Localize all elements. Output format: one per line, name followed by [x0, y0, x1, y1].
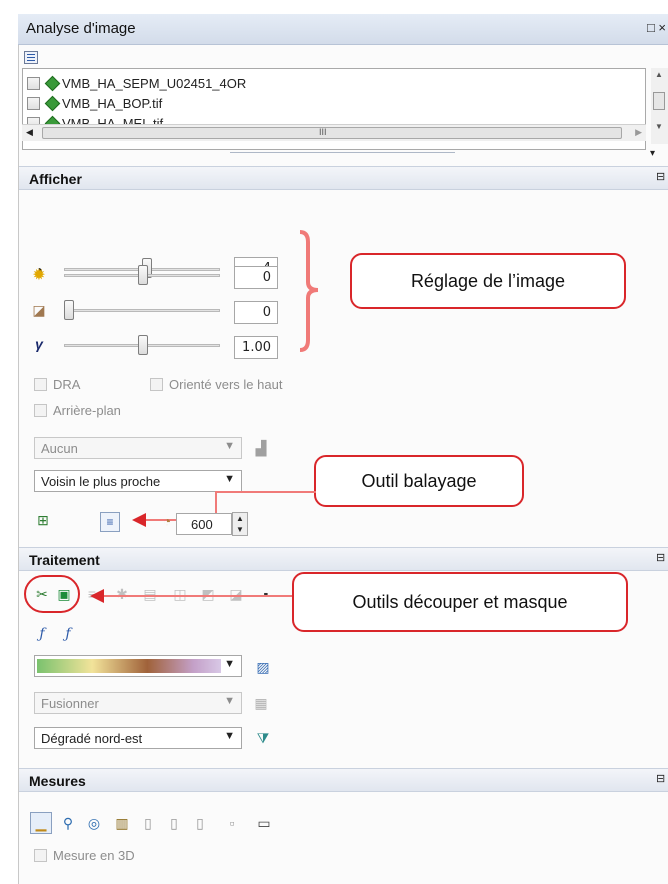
orient-checkbox-row[interactable]: Orienté vers le haut	[150, 377, 282, 392]
resampling-value: Voisin le plus proche	[41, 474, 161, 489]
hillshade-value: Dégradé nord-est	[41, 731, 143, 746]
measure-tool-icon[interactable]: ▫	[222, 813, 242, 833]
measure-height-icon[interactable]: ⚲	[58, 813, 78, 833]
hscroll-thumb[interactable]: III	[42, 127, 622, 139]
scroll-down-icon[interactable]: ▼	[655, 122, 663, 131]
section-traitement[interactable]: Traitement	[19, 547, 668, 571]
colormap-icon[interactable]: ▨	[254, 658, 272, 676]
scroll-thumb[interactable]	[653, 92, 665, 110]
measure3d-checkbox-row[interactable]: Mesure en 3D	[34, 848, 135, 863]
mask-icon[interactable]: ▣	[54, 584, 74, 604]
orient-checkbox[interactable]	[150, 378, 163, 391]
chevron-down-icon: ▼	[224, 658, 235, 670]
section-collapse-icon[interactable]: ⊟	[656, 551, 665, 564]
hillshade-icon[interactable]: ⧩	[254, 729, 272, 747]
scroll-right-icon[interactable]: ▶	[635, 127, 642, 138]
chevron-down-icon: ▼	[224, 730, 235, 742]
background-checkbox-row[interactable]: Arrière-plan	[34, 403, 121, 418]
stretch-select[interactable]: Aucun ▼	[34, 437, 242, 459]
hillshade-select[interactable]: Dégradé nord-est ▼	[34, 727, 242, 749]
measure-tool-icon[interactable]: ▯	[164, 813, 184, 833]
zoom-to-layer-icon[interactable]: ⊞	[34, 511, 52, 529]
hscroll-grip: III	[319, 127, 327, 137]
fusion-select[interactable]: Fusionner ▼	[34, 692, 242, 714]
swipe-speed-input[interactable]: 600	[176, 513, 232, 535]
window-title: Analyse d'image	[26, 20, 136, 37]
bracket	[299, 230, 319, 352]
callout-balayage: Outil balayage	[314, 455, 524, 507]
stretch-value: Aucun	[41, 441, 78, 456]
transparency-value[interactable]: 0	[234, 301, 278, 324]
dra-checkbox[interactable]	[34, 378, 47, 391]
layer-name: VMB_HA_BOP.tif	[62, 95, 163, 111]
dra-checkbox-row[interactable]: DRA	[34, 377, 80, 392]
section-mesures[interactable]: Mesures	[19, 768, 668, 792]
brightness-value[interactable]: 0	[234, 266, 278, 289]
layer-checkbox[interactable]	[27, 96, 40, 110]
histogram-icon[interactable]: ▟	[252, 439, 270, 457]
measure-tool-icon[interactable]: ▯	[190, 813, 210, 833]
list-options-icon[interactable]	[24, 51, 38, 64]
section-afficher[interactable]: Afficher	[19, 166, 668, 190]
colormap-select[interactable]: ▼	[34, 655, 242, 677]
list-item[interactable]: VMB_HA_SEPM_U02451_4OR	[27, 73, 246, 93]
function-icon[interactable]: ƒ	[32, 624, 52, 644]
raster-layer-icon	[46, 77, 58, 89]
chevron-down-icon: ▼	[224, 473, 235, 485]
horizontal-scrollbar[interactable]: ◀ III ▶	[22, 124, 646, 141]
window-titlebar: Analyse d'image □ ×	[18, 14, 668, 45]
section-collapse-icon[interactable]: ⊟	[656, 170, 665, 183]
brightness-icon: ✹	[32, 267, 46, 284]
swipe-tool-icon[interactable]: ≡	[100, 512, 120, 532]
list-item[interactable]: VMB_HA_BOP.tif	[27, 93, 162, 113]
scroll-up-icon[interactable]: ▲	[655, 70, 663, 79]
measure3d-label: Mesure en 3D	[53, 848, 135, 863]
fusion-value: Fusionner	[41, 696, 99, 711]
gamma-value[interactable]: 1.00	[234, 336, 278, 359]
speed-stepper[interactable]: ▲ ▼	[232, 512, 248, 536]
dra-label: DRA	[53, 377, 81, 392]
callout-decouper: Outils découper et masque	[292, 572, 628, 632]
fusion-icon: ▦	[254, 694, 268, 711]
transparency-icon: ◪	[32, 301, 46, 318]
background-label: Arrière-plan	[53, 403, 121, 418]
brightness-thumb[interactable]	[138, 265, 148, 285]
vertical-scrollbar[interactable]: ▲ ▼	[651, 68, 668, 144]
chevron-down-icon: ▼	[224, 440, 235, 452]
function-editor-icon[interactable]: ƒ	[58, 624, 78, 644]
raster-layer-icon	[46, 97, 58, 109]
transparency-slider[interactable]	[64, 309, 220, 312]
ruler-icon: ▁	[35, 814, 47, 831]
section-collapse-icon[interactable]: ⊟	[656, 772, 665, 785]
timer-icon: ◔	[162, 513, 172, 529]
measure3d-checkbox[interactable]	[34, 849, 47, 862]
chevron-down-icon: ▼	[224, 695, 235, 707]
callout-reglage: Réglage de l’image	[350, 253, 626, 309]
window-controls[interactable]: □ ×	[647, 20, 666, 35]
measure-area-icon[interactable]: ▥	[112, 813, 132, 833]
slider-row-contrast	[0, 258, 1, 259]
clip-icon[interactable]: ✂	[32, 584, 52, 604]
layer-checkbox[interactable]	[27, 76, 40, 90]
orient-label: Orienté vers le haut	[169, 377, 283, 392]
background-checkbox[interactable]	[34, 404, 47, 417]
arrow-decouper	[90, 589, 294, 603]
measure-settings-icon[interactable]: ▭	[254, 813, 274, 833]
gamma-icon: γ	[35, 336, 43, 352]
measure-tool-icon[interactable]: ▯	[138, 813, 158, 833]
transparency-thumb[interactable]	[64, 300, 74, 320]
gamma-thumb[interactable]	[138, 335, 148, 355]
collapse-icon[interactable]: ▾	[650, 148, 655, 159]
scroll-left-icon[interactable]: ◀	[26, 127, 33, 138]
layer-name: VMB_HA_SEPM_U02451_4OR	[62, 75, 247, 91]
splitter[interactable]	[230, 152, 455, 153]
measure-point-icon[interactable]: ◎	[84, 813, 104, 833]
